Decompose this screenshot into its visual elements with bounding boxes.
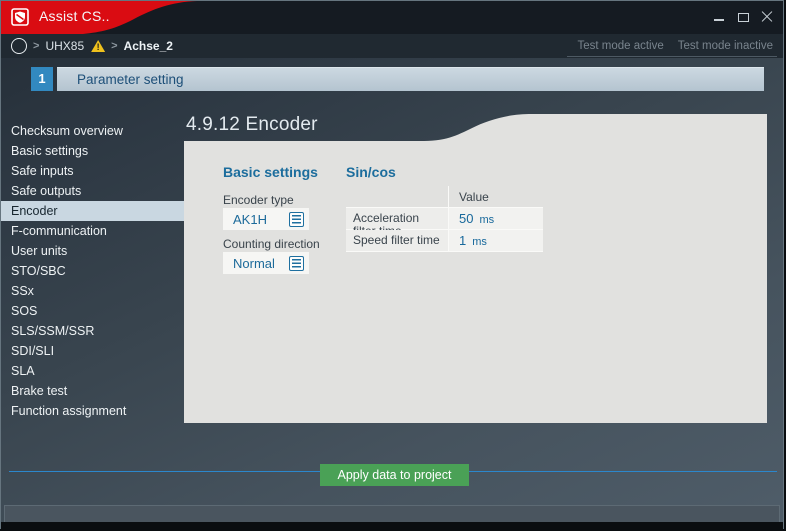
sidebar-item-sla[interactable]: SLA (1, 361, 184, 381)
sidebar-item-checksum-overview[interactable]: Checksum overview (1, 121, 184, 141)
sidebar-item-sto-sbc[interactable]: STO/SBC (1, 261, 184, 281)
counting-direction-dropdown[interactable]: Normal (223, 252, 309, 274)
test-mode-inactive-button[interactable]: Test mode inactive (678, 40, 773, 52)
sidebar-item-sos[interactable]: SOS (1, 301, 184, 321)
sidebar-item-function-assignment[interactable]: Function assignment (1, 401, 184, 421)
table-header-row: Value (346, 186, 543, 208)
table-header-spacer (346, 186, 448, 207)
counting-direction-value: Normal (233, 255, 275, 271)
breadcrumb-device[interactable]: UHX85 (45, 39, 84, 53)
acceleration-filter-time-field[interactable]: 50 ms (448, 208, 543, 229)
sidebar-item-encoder[interactable]: Encoder (1, 201, 184, 221)
breadcrumb-axis[interactable]: Achse_2 (124, 39, 173, 53)
sidebar-item-brake-test[interactable]: Brake test (1, 381, 184, 401)
sidebar-item-sls-ssm-ssr[interactable]: SLS/SSM/SSR (1, 321, 184, 341)
sincos-table: Value Acceleration filter time 50 ms Spee… (346, 186, 543, 252)
window-controls (713, 10, 773, 24)
encoder-type-value: AK1H (233, 211, 267, 227)
titlebar: Assist CS.. (1, 1, 783, 34)
sincos-title: Sin/cos (346, 164, 396, 180)
sidebar-item-user-units[interactable]: User units (1, 241, 184, 261)
dropdown-list-icon (289, 255, 304, 271)
breadcrumb: > UHX85 ! > Achse_2 Test mode active Tes… (1, 34, 783, 58)
table-row-speed-filter: Speed filter time 1 ms (346, 230, 543, 252)
sidebar-item-ssx[interactable]: SSx (1, 281, 184, 301)
table-row-acceleration-filter: Acceleration filter time 50 ms (346, 208, 543, 238)
apply-data-button[interactable]: Apply data to project (320, 464, 469, 486)
brand-red-swoosh (1, 1, 197, 34)
sidebar-item-sdi-sli[interactable]: SDI/SLI (1, 341, 184, 361)
value-number: 50 (459, 211, 474, 226)
basic-settings-title: Basic settings (223, 164, 318, 180)
counting-direction-label: Counting direction (223, 237, 320, 251)
app-title: Assist CS.. (39, 8, 110, 24)
test-mode-active-button[interactable]: Test mode active (577, 40, 663, 52)
device-disc-icon[interactable] (11, 38, 27, 54)
content-panel: Basic settings Encoder type AK1H Countin… (184, 141, 767, 423)
step-label: Parameter setting (77, 72, 184, 87)
sidebar-item-safe-inputs[interactable]: Safe inputs (1, 161, 184, 181)
minimize-icon[interactable] (713, 11, 725, 23)
maximize-icon[interactable] (737, 11, 749, 23)
bottom-strip (1, 522, 783, 529)
sidebar-item-safe-outputs[interactable]: Safe outputs (1, 181, 184, 201)
step-number-badge: 1 (31, 67, 53, 91)
panel-curve (184, 114, 767, 141)
test-mode-switch: Test mode active Test mode inactive (567, 38, 777, 57)
value-number: 1 (459, 233, 467, 248)
value-unit: ms (472, 236, 487, 248)
breadcrumb-separator: > (33, 40, 40, 52)
sidebar-nav: Checksum overview Basic settings Safe in… (1, 121, 184, 421)
app-window: Assist CS.. > UHX85 ! > Achse_2 Test mod… (0, 0, 784, 529)
encoder-type-dropdown[interactable]: AK1H (223, 208, 309, 230)
speed-filter-time-field[interactable]: 1 ms (448, 230, 543, 251)
app-shield-icon (11, 8, 29, 26)
sidebar-item-f-communication[interactable]: F-communication (1, 221, 184, 241)
step-parameter-setting[interactable]: Parameter setting (57, 67, 764, 91)
close-icon[interactable] (761, 11, 773, 23)
warning-triangle-icon: ! (91, 40, 106, 52)
sidebar-item-basic-settings[interactable]: Basic settings (1, 141, 184, 161)
dropdown-list-icon (289, 211, 304, 227)
table-header-value: Value (448, 186, 543, 207)
breadcrumb-separator: > (111, 40, 118, 52)
encoder-type-label: Encoder type (223, 193, 294, 207)
row-label: Speed filter time (346, 230, 448, 251)
row-label: Acceleration filter time (346, 208, 448, 238)
value-unit: ms (479, 214, 495, 226)
